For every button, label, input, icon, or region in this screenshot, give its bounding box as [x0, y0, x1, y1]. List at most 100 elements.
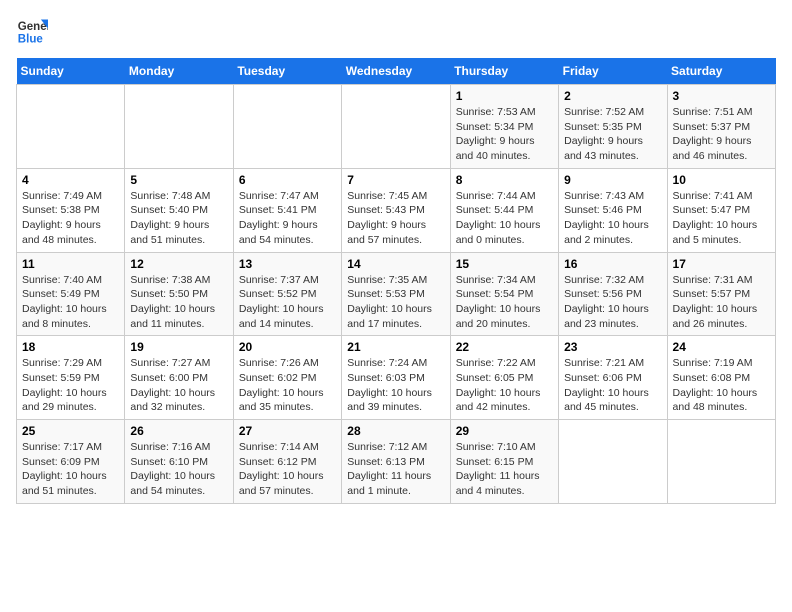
day-number: 4 — [22, 173, 119, 187]
calendar-cell: 25 Sunrise: 7:17 AM Sunset: 6:09 PM Dayli… — [17, 420, 125, 504]
col-header-thursday: Thursday — [450, 58, 558, 85]
day-number: 7 — [347, 173, 444, 187]
calendar-cell: 6 Sunrise: 7:47 AM Sunset: 5:41 PM Daylig… — [233, 168, 341, 252]
page-header: General Blue — [16, 16, 776, 48]
calendar-cell: 20 Sunrise: 7:26 AM Sunset: 6:02 PM Dayli… — [233, 336, 341, 420]
calendar-cell: 4 Sunrise: 7:49 AM Sunset: 5:38 PM Daylig… — [17, 168, 125, 252]
calendar-cell: 22Sunrise: 7:22 AM Sunset: 6:05 PM Dayli… — [450, 336, 558, 420]
day-info: Sunrise: 7:38 AM Sunset: 5:50 PM Dayligh… — [130, 273, 227, 332]
day-number: 1 — [456, 89, 553, 103]
calendar-body: 1 Sunrise: 7:53 AM Sunset: 5:34 PM Daylig… — [17, 85, 776, 504]
calendar-cell: 15 Sunrise: 7:34 AM Sunset: 5:54 PM Dayli… — [450, 252, 558, 336]
day-info: Sunrise: 7:41 AM Sunset: 5:47 PM Dayligh… — [673, 189, 770, 248]
day-info: Sunrise: 7:16 AM Sunset: 6:10 PM Dayligh… — [130, 440, 227, 499]
col-header-saturday: Saturday — [667, 58, 775, 85]
day-info: Sunrise: 7:52 AM Sunset: 5:35 PM Dayligh… — [564, 105, 661, 164]
day-number: 6 — [239, 173, 336, 187]
day-number: 21 — [347, 340, 444, 354]
calendar-cell: 11 Sunrise: 7:40 AM Sunset: 5:49 PM Dayli… — [17, 252, 125, 336]
calendar-cell: 16Sunrise: 7:32 AM Sunset: 5:56 PM Dayli… — [559, 252, 667, 336]
day-number: 3 — [673, 89, 770, 103]
day-info: Sunrise: 7:43 AM Sunset: 5:46 PM Dayligh… — [564, 189, 661, 248]
day-number: 25 — [22, 424, 119, 438]
day-number: 14 — [347, 257, 444, 271]
day-info: Sunrise: 7:34 AM Sunset: 5:54 PM Dayligh… — [456, 273, 553, 332]
calendar-cell: 9Sunrise: 7:43 AM Sunset: 5:46 PM Daylig… — [559, 168, 667, 252]
col-header-tuesday: Tuesday — [233, 58, 341, 85]
day-info: Sunrise: 7:29 AM Sunset: 5:59 PM Dayligh… — [22, 356, 119, 415]
day-number: 27 — [239, 424, 336, 438]
calendar-week-0: 1 Sunrise: 7:53 AM Sunset: 5:34 PM Daylig… — [17, 85, 776, 169]
col-header-wednesday: Wednesday — [342, 58, 450, 85]
day-number: 15 — [456, 257, 553, 271]
day-number: 12 — [130, 257, 227, 271]
day-info: Sunrise: 7:10 AM Sunset: 6:15 PM Dayligh… — [456, 440, 553, 499]
calendar-cell: 17Sunrise: 7:31 AM Sunset: 5:57 PM Dayli… — [667, 252, 775, 336]
day-number: 11 — [22, 257, 119, 271]
calendar-week-4: 25 Sunrise: 7:17 AM Sunset: 6:09 PM Dayli… — [17, 420, 776, 504]
calendar-week-1: 4 Sunrise: 7:49 AM Sunset: 5:38 PM Daylig… — [17, 168, 776, 252]
calendar-cell: 27 Sunrise: 7:14 AM Sunset: 6:12 PM Dayli… — [233, 420, 341, 504]
calendar-cell: 8 Sunrise: 7:44 AM Sunset: 5:44 PM Daylig… — [450, 168, 558, 252]
calendar-cell — [233, 85, 341, 169]
calendar-cell — [342, 85, 450, 169]
day-info: Sunrise: 7:37 AM Sunset: 5:52 PM Dayligh… — [239, 273, 336, 332]
day-info: Sunrise: 7:26 AM Sunset: 6:02 PM Dayligh… — [239, 356, 336, 415]
calendar-cell: 13Sunrise: 7:37 AM Sunset: 5:52 PM Dayli… — [233, 252, 341, 336]
day-number: 10 — [673, 173, 770, 187]
day-info: Sunrise: 7:19 AM Sunset: 6:08 PM Dayligh… — [673, 356, 770, 415]
svg-text:General: General — [18, 21, 48, 33]
day-info: Sunrise: 7:24 AM Sunset: 6:03 PM Dayligh… — [347, 356, 444, 415]
day-number: 2 — [564, 89, 661, 103]
day-info: Sunrise: 7:21 AM Sunset: 6:06 PM Dayligh… — [564, 356, 661, 415]
calendar-cell: 7 Sunrise: 7:45 AM Sunset: 5:43 PM Daylig… — [342, 168, 450, 252]
day-info: Sunrise: 7:53 AM Sunset: 5:34 PM Dayligh… — [456, 105, 553, 164]
calendar-table: SundayMondayTuesdayWednesdayThursdayFrid… — [16, 58, 776, 504]
day-number: 17 — [673, 257, 770, 271]
calendar-cell: 1 Sunrise: 7:53 AM Sunset: 5:34 PM Daylig… — [450, 85, 558, 169]
calendar-cell — [667, 420, 775, 504]
day-info: Sunrise: 7:27 AM Sunset: 6:00 PM Dayligh… — [130, 356, 227, 415]
calendar-cell: 19 Sunrise: 7:27 AM Sunset: 6:00 PM Dayli… — [125, 336, 233, 420]
day-info: Sunrise: 7:48 AM Sunset: 5:40 PM Dayligh… — [130, 189, 227, 248]
calendar-cell: 5 Sunrise: 7:48 AM Sunset: 5:40 PM Daylig… — [125, 168, 233, 252]
calendar-cell: 14 Sunrise: 7:35 AM Sunset: 5:53 PM Dayli… — [342, 252, 450, 336]
calendar-cell: 3 Sunrise: 7:51 AM Sunset: 5:37 PM Daylig… — [667, 85, 775, 169]
col-header-sunday: Sunday — [17, 58, 125, 85]
day-info: Sunrise: 7:49 AM Sunset: 5:38 PM Dayligh… — [22, 189, 119, 248]
day-number: 29 — [456, 424, 553, 438]
day-number: 8 — [456, 173, 553, 187]
calendar-cell — [17, 85, 125, 169]
calendar-cell: 21 Sunrise: 7:24 AM Sunset: 6:03 PM Dayli… — [342, 336, 450, 420]
calendar-cell: 23Sunrise: 7:21 AM Sunset: 6:06 PM Dayli… — [559, 336, 667, 420]
calendar-cell: 10 Sunrise: 7:41 AM Sunset: 5:47 PM Dayli… — [667, 168, 775, 252]
calendar-week-2: 11 Sunrise: 7:40 AM Sunset: 5:49 PM Dayli… — [17, 252, 776, 336]
day-number: 19 — [130, 340, 227, 354]
day-number: 26 — [130, 424, 227, 438]
calendar-cell: 26 Sunrise: 7:16 AM Sunset: 6:10 PM Dayli… — [125, 420, 233, 504]
col-header-friday: Friday — [559, 58, 667, 85]
calendar-cell: 2 Sunrise: 7:52 AM Sunset: 5:35 PM Daylig… — [559, 85, 667, 169]
col-header-monday: Monday — [125, 58, 233, 85]
logo-icon: General Blue — [16, 16, 48, 48]
day-info: Sunrise: 7:17 AM Sunset: 6:09 PM Dayligh… — [22, 440, 119, 499]
day-info: Sunrise: 7:51 AM Sunset: 5:37 PM Dayligh… — [673, 105, 770, 164]
day-number: 24 — [673, 340, 770, 354]
day-info: Sunrise: 7:45 AM Sunset: 5:43 PM Dayligh… — [347, 189, 444, 248]
day-number: 22 — [456, 340, 553, 354]
day-info: Sunrise: 7:35 AM Sunset: 5:53 PM Dayligh… — [347, 273, 444, 332]
day-info: Sunrise: 7:44 AM Sunset: 5:44 PM Dayligh… — [456, 189, 553, 248]
day-info: Sunrise: 7:12 AM Sunset: 6:13 PM Dayligh… — [347, 440, 444, 499]
day-number: 28 — [347, 424, 444, 438]
calendar-cell: 29 Sunrise: 7:10 AM Sunset: 6:15 PM Dayli… — [450, 420, 558, 504]
day-number: 20 — [239, 340, 336, 354]
calendar-cell: 24 Sunrise: 7:19 AM Sunset: 6:08 PM Dayli… — [667, 336, 775, 420]
day-number: 5 — [130, 173, 227, 187]
svg-text:Blue: Blue — [18, 34, 44, 46]
calendar-cell: 12 Sunrise: 7:38 AM Sunset: 5:50 PM Dayli… — [125, 252, 233, 336]
day-info: Sunrise: 7:14 AM Sunset: 6:12 PM Dayligh… — [239, 440, 336, 499]
calendar-header: SundayMondayTuesdayWednesdayThursdayFrid… — [17, 58, 776, 85]
day-number: 18 — [22, 340, 119, 354]
day-info: Sunrise: 7:47 AM Sunset: 5:41 PM Dayligh… — [239, 189, 336, 248]
day-info: Sunrise: 7:40 AM Sunset: 5:49 PM Dayligh… — [22, 273, 119, 332]
